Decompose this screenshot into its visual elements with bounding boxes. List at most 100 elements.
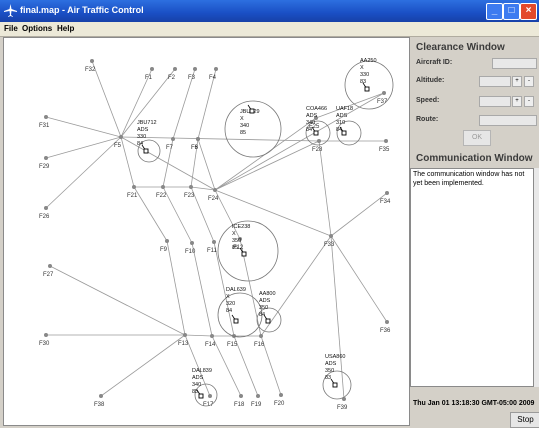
aircraft-icon-USA860 bbox=[332, 382, 338, 388]
speed-down-button[interactable]: - bbox=[524, 96, 534, 107]
minimize-button[interactable]: _ bbox=[486, 3, 503, 20]
aircraft-tag-UAF18: 310 bbox=[336, 120, 345, 126]
aircraft-tag-JBU712: ADS bbox=[137, 127, 149, 133]
aircraft-tag-COA466: COA466 bbox=[306, 106, 327, 112]
fix-label-F17: F17 bbox=[203, 402, 214, 408]
close-button[interactable]: × bbox=[520, 3, 537, 20]
airway-F33-F36 bbox=[330, 235, 388, 323]
speed-field[interactable] bbox=[479, 96, 511, 107]
fix-marker-F28 bbox=[317, 139, 321, 143]
speed-label: Speed: bbox=[416, 97, 440, 104]
status-time: Thu Jan 01 13:18:30 GMT-05:00 2009 bbox=[413, 400, 535, 407]
altitude-up-button[interactable]: + bbox=[512, 76, 522, 87]
fix-label-F29: F29 bbox=[39, 164, 50, 170]
altitude-down-button[interactable]: - bbox=[524, 76, 534, 87]
aircraft-tag-UAF18: UAF18 bbox=[336, 106, 353, 112]
aircraft-tag-USA860: USA860 bbox=[325, 354, 346, 360]
aircraft-icon-ICE238 bbox=[241, 251, 247, 257]
fix-marker-F14 bbox=[210, 334, 214, 338]
aircraft-id-field[interactable] bbox=[492, 58, 537, 69]
aircraft-tag-JBU712: 84 bbox=[137, 141, 143, 147]
route-field[interactable] bbox=[479, 115, 537, 126]
window-title: final.map - Air Traffic Control bbox=[20, 5, 144, 15]
fix-label-F33: F33 bbox=[324, 242, 335, 248]
aircraft-tag-JBU712: 330 bbox=[137, 134, 146, 140]
side-panel: Clearance Window Aircraft ID: Altitude: … bbox=[410, 37, 539, 428]
airway-F8-F24 bbox=[197, 138, 216, 191]
fix-marker-F22 bbox=[161, 185, 165, 189]
menu-file[interactable]: File bbox=[4, 24, 18, 33]
fix-marker-F3 bbox=[193, 67, 197, 71]
fix-marker-F10 bbox=[190, 241, 194, 245]
fix-marker-F35 bbox=[384, 139, 388, 143]
fix-label-F4: F4 bbox=[209, 75, 217, 81]
communication-text-area[interactable]: The communication window has not yet bee… bbox=[410, 168, 534, 387]
airway-F24-F12 bbox=[214, 189, 241, 240]
aircraft-tag-JBU229: X bbox=[240, 116, 244, 122]
fix-marker-F31 bbox=[44, 115, 48, 119]
airway-F33-F16 bbox=[260, 235, 332, 337]
airway-F13-F14 bbox=[184, 334, 213, 337]
menu-help[interactable]: Help bbox=[57, 24, 74, 33]
fix-label-F27: F27 bbox=[43, 272, 54, 278]
airway-F24-F28 bbox=[214, 140, 320, 191]
fix-label-F30: F30 bbox=[39, 341, 50, 347]
fix-marker-F32 bbox=[90, 59, 94, 63]
aircraft-icon-AA800 bbox=[265, 318, 271, 324]
fix-marker-F36 bbox=[385, 320, 389, 324]
aircraft-tag-COA466: 340 bbox=[306, 120, 315, 126]
fix-label-F11: F11 bbox=[207, 248, 218, 254]
fix-label-F9: F9 bbox=[160, 247, 168, 253]
airway-F9-F13 bbox=[166, 240, 186, 336]
fix-marker-F13 bbox=[183, 333, 187, 337]
airway-F32-F5 bbox=[91, 60, 122, 138]
fix-marker-F9 bbox=[165, 239, 169, 243]
radar-map[interactable]: F32 F1 F2 F3 F4 F37 F31 F5 F6 F7 F8 F25 F28 F35 F21 F22… bbox=[3, 37, 410, 426]
fix-label-F14: F14 bbox=[205, 342, 216, 348]
aircraft-tag-UAF18: ADS bbox=[336, 113, 348, 119]
speed-up-button[interactable]: + bbox=[512, 96, 522, 107]
fix-marker-F2 bbox=[173, 67, 177, 71]
airway-F33-F28 bbox=[318, 140, 332, 237]
airway-F24-F37 bbox=[214, 92, 385, 191]
route-label: Route: bbox=[416, 116, 439, 123]
aircraft-tag-ICE238: ICE238 bbox=[232, 224, 250, 230]
aircraft-tag-DAL839: 340 bbox=[192, 382, 201, 388]
aircraft-tag-DAL639: DAL639 bbox=[226, 287, 246, 293]
aircraft-tag-AA800: 350 bbox=[259, 305, 268, 311]
aircraft-icon-UAF18 bbox=[341, 130, 347, 136]
aircraft-tag-USA860: 83 bbox=[325, 375, 331, 381]
fix-label-F22: F22 bbox=[156, 193, 167, 199]
stop-button[interactable]: Stop bbox=[510, 412, 539, 428]
fix-label-F39: F39 bbox=[337, 405, 348, 411]
airplane-icon bbox=[4, 4, 17, 17]
fix-label-F15: F15 bbox=[227, 342, 238, 348]
fix-marker-F26 bbox=[44, 206, 48, 210]
aircraft-tag-COA466: 84 bbox=[306, 127, 312, 133]
aircraft-tag-USA860: ADS bbox=[325, 361, 337, 367]
aircraft-range-DAL639 bbox=[217, 292, 263, 338]
aircraft-tag-COA466: ADS bbox=[306, 113, 318, 119]
fix-marker-F23 bbox=[189, 185, 193, 189]
fix-marker-F11 bbox=[212, 240, 216, 244]
fix-label-F26: F26 bbox=[39, 214, 50, 220]
title-bar: final.map - Air Traffic Control _ □ × bbox=[0, 0, 539, 22]
aircraft-icon-AA250 bbox=[364, 86, 370, 92]
maximize-button[interactable]: □ bbox=[503, 3, 520, 20]
menu-bar: File Options Help bbox=[0, 22, 539, 37]
aircraft-tag-UAF18: 84 bbox=[336, 127, 342, 133]
aircraft-tag-DAL839: ADS bbox=[192, 375, 204, 381]
clearance-window-title: Clearance Window bbox=[416, 42, 505, 53]
fix-label-F20: F20 bbox=[274, 401, 285, 407]
fix-marker-F5 bbox=[119, 135, 123, 139]
fix-label-F7: F7 bbox=[166, 145, 174, 151]
menu-options[interactable]: Options bbox=[22, 24, 52, 33]
map-canvas[interactable]: F32F1 F2 F3 F4F37F31F5 F6F7 F8F25F28 F35F21 F22… bbox=[4, 38, 409, 425]
fix-marker-F21 bbox=[132, 185, 136, 189]
fix-marker-F34 bbox=[385, 191, 389, 195]
communication-scrollbar[interactable] bbox=[534, 168, 539, 387]
fix-marker-F18 bbox=[239, 394, 243, 398]
ok-button[interactable]: OK bbox=[463, 130, 491, 146]
fix-marker-F7 bbox=[171, 137, 175, 141]
altitude-field[interactable] bbox=[479, 76, 511, 87]
